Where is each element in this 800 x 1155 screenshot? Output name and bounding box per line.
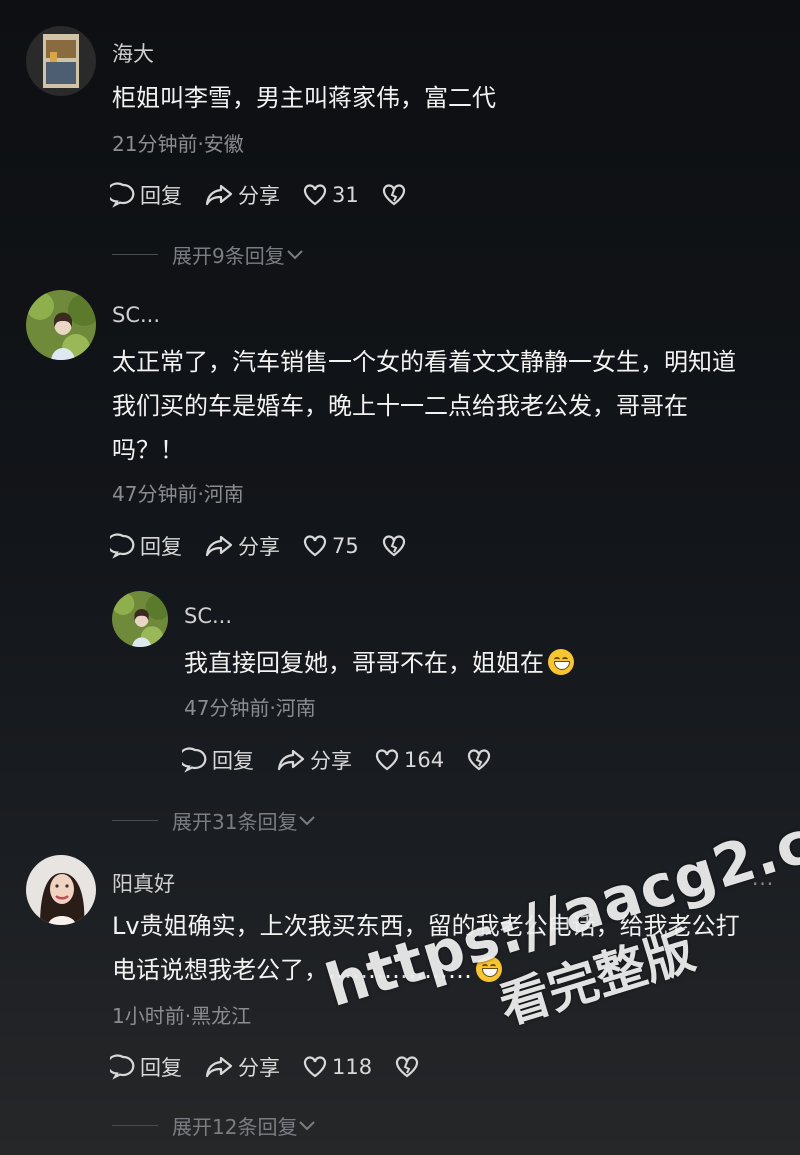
comment-text-line: 吗？！ [112, 436, 184, 464]
expand-replies[interactable]: 展开12条回复 [112, 1111, 317, 1140]
expand-replies[interactable]: 展开31条回复 [112, 806, 317, 835]
chevron-down-icon [299, 1120, 316, 1130]
reply-label: 回复 [140, 184, 182, 208]
username[interactable]: 阳真好 [112, 868, 175, 898]
like-count: 164 [404, 748, 445, 772]
comment-text: 柜姐叫李雪，男主叫蒋家伟，富二代 [112, 84, 496, 112]
share-label: 分享 [238, 1056, 280, 1080]
expand-label: 展开31条回复 [172, 810, 298, 834]
reply-label: 回复 [140, 1056, 182, 1080]
speech-bubble-icon [110, 182, 135, 208]
like-button[interactable]: 31 [302, 182, 359, 208]
reply-button[interactable]: 回复 [182, 745, 254, 775]
like-button[interactable]: 164 [374, 747, 444, 773]
heart-icon [303, 184, 327, 206]
divider [112, 254, 158, 255]
heart-icon [303, 1056, 327, 1078]
like-count: 31 [332, 183, 359, 207]
share-button[interactable]: 分享 [204, 531, 280, 561]
speech-bubble-icon [110, 1054, 135, 1080]
avatar[interactable] [26, 26, 96, 96]
username[interactable]: 海大 [112, 38, 154, 68]
like-button[interactable]: 75 [302, 533, 359, 559]
expand-label: 展开9条回复 [172, 244, 285, 268]
username[interactable]: SC... [112, 303, 160, 327]
broken-heart-icon [467, 749, 491, 771]
share-label: 分享 [310, 749, 352, 773]
comment-text: 太正常了，汽车销售一个女的看着文文静静一女生，明知道 我们买的车是婚车，晚上十一… [112, 340, 782, 472]
reply-button[interactable]: 回复 [110, 180, 182, 210]
like-count: 75 [332, 534, 359, 558]
grinning-face-emoji [548, 649, 574, 675]
dislike-button[interactable] [381, 533, 411, 559]
reply-button[interactable]: 回复 [110, 531, 182, 561]
timestamp-location: 21分钟前·安徽 [112, 132, 244, 156]
chevron-down-icon [287, 249, 303, 259]
comment-text-line: 我们买的车是婚车，晚上十一二点给我老公发，哥哥在 [112, 392, 688, 420]
share-button[interactable]: 分享 [204, 1052, 280, 1082]
reply-label: 回复 [140, 535, 182, 559]
comment-text: 我直接回复她，哥哥不在，姐姐在 [184, 641, 784, 685]
avatar[interactable] [26, 855, 96, 925]
divider [112, 820, 158, 821]
expand-replies[interactable]: 展开9条回复 [112, 240, 305, 269]
share-arrow-icon [205, 1056, 233, 1078]
broken-heart-icon [382, 535, 405, 557]
share-button[interactable]: 分享 [276, 745, 352, 775]
share-arrow-icon [205, 535, 233, 557]
speech-bubble-icon [110, 533, 135, 559]
timestamp-location: 1小时前·黑龙江 [112, 1004, 252, 1028]
share-label: 分享 [238, 184, 280, 208]
share-label: 分享 [238, 535, 280, 559]
broken-heart-icon [382, 184, 405, 206]
avatar[interactable] [112, 591, 168, 647]
chevron-down-icon [299, 815, 316, 825]
comment-text-content: 我直接回复她，哥哥不在，姐姐在 [184, 649, 544, 677]
action-bar: 回复 分享 75 [110, 531, 433, 561]
heart-icon [303, 535, 327, 557]
timestamp-location: 47分钟前·河南 [112, 482, 244, 506]
expand-label: 展开12条回复 [172, 1115, 298, 1139]
speech-bubble-icon [182, 747, 207, 773]
dislike-button[interactable] [466, 747, 496, 773]
avatar[interactable] [26, 290, 96, 360]
action-bar: 回复 分享 164 [182, 745, 518, 775]
dislike-button[interactable] [381, 182, 411, 208]
comment-text-line: 太正常了，汽车销售一个女的看着文文静静一女生，明知道 [112, 348, 736, 376]
share-button[interactable]: 分享 [204, 180, 280, 210]
username[interactable]: SC... [184, 604, 232, 628]
reply-button[interactable]: 回复 [110, 1052, 182, 1082]
share-arrow-icon [205, 184, 233, 206]
heart-icon [375, 749, 399, 771]
reply-label: 回复 [212, 749, 254, 773]
divider [112, 1125, 158, 1126]
action-bar: 回复 分享 31 [110, 180, 433, 210]
share-arrow-icon [277, 749, 305, 771]
timestamp-location: 47分钟前·河南 [184, 696, 316, 720]
